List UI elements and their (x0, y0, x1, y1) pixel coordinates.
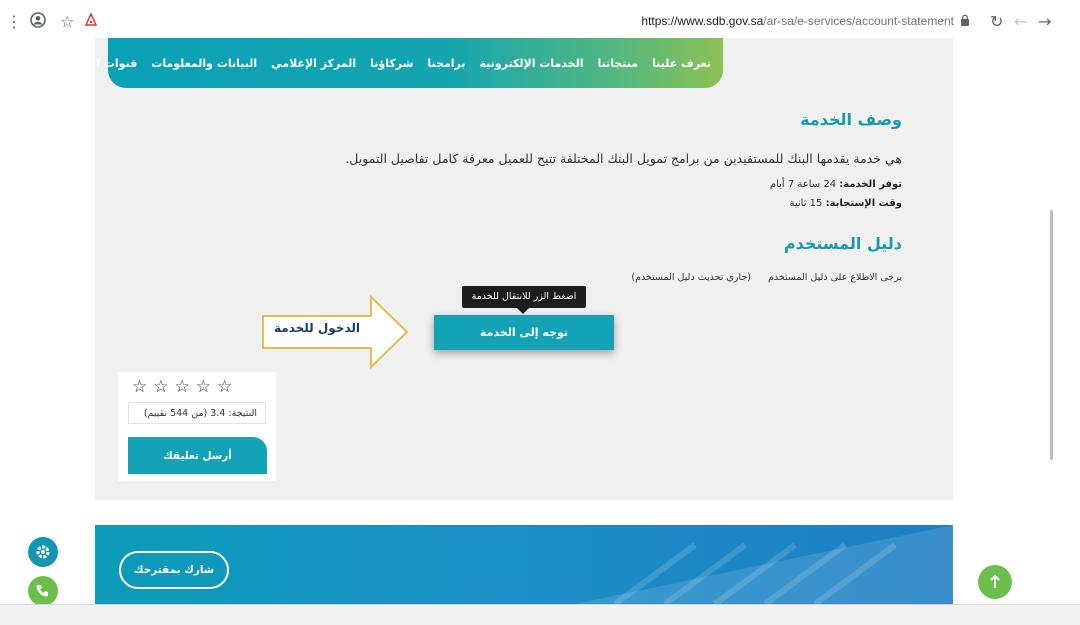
page-scrollbar[interactable] (1050, 210, 1053, 460)
availability-label: توفر الخدمة: (839, 179, 902, 190)
nav-item-contact[interactable]: قنوات الاتصال (59, 57, 137, 70)
lock-icon[interactable] (960, 14, 970, 29)
back-icon[interactable]: → (1038, 12, 1051, 32)
bottom-strip (0, 604, 1080, 625)
settings-float-button[interactable] (28, 537, 58, 567)
main-navigation: تعرف علينا منتجاتنا الخدمات الإلكترونية … (59, 38, 723, 88)
url-host: https://www.sdb.gov.sa (641, 14, 764, 28)
star-icon[interactable]: ☆ (217, 377, 232, 397)
address-bar[interactable]: https://www.sdb.gov.sa/ar-sa/e-services/… (641, 14, 954, 28)
user-guide-link[interactable]: (جاري تحديث دليل المستخدم) (631, 272, 751, 283)
annotation-arrow-label: الدخول للخدمة (273, 321, 360, 335)
nav-item-products[interactable]: منتجاتنا (597, 57, 638, 70)
banner-decoration-icon (575, 525, 953, 604)
forward-icon[interactable]: ← (1014, 12, 1027, 32)
rating-card: ☆ ☆ ☆ ☆ ☆ النتيجة: 3.4 (من 544 تقييم) أر… (118, 372, 276, 481)
menu-dots-icon[interactable]: ⋮ (6, 12, 22, 32)
share-suggestion-button[interactable]: شارك بمقترحك (119, 551, 229, 589)
service-description-title: وصف الخدمة (800, 110, 902, 129)
reload-icon[interactable]: ↻ (990, 12, 1003, 32)
service-response-time: وقت الإستجابة: 15 ثانية (790, 198, 903, 209)
star-icon[interactable]: ☆ (196, 377, 211, 397)
nav-item-partners[interactable]: شركاؤنا (370, 57, 413, 70)
go-to-service-button[interactable]: توجه إلى الخدمة (434, 315, 614, 350)
star-icon[interactable]: ☆ (175, 377, 190, 397)
nav-item-programs[interactable]: برامجنا (427, 57, 465, 70)
rating-stars: ☆ ☆ ☆ ☆ ☆ (132, 377, 232, 397)
user-guide-text: يرجى الاطلاع على دليل المستخدم (768, 272, 902, 283)
user-guide-title: دليل المستخدم (783, 234, 902, 253)
phone-float-button[interactable] (28, 576, 58, 606)
response-value: 15 ثانية (789, 198, 823, 209)
extension-icon[interactable] (84, 12, 98, 32)
page-content: تعرف علينا منتجاتنا الخدمات الإلكترونية … (0, 38, 1052, 606)
service-description-text: هي خدمة يقدمها البنك للمستفيدين من برامج… (345, 151, 902, 166)
send-feedback-button[interactable]: أرسل تعليقك (128, 437, 267, 474)
rating-score: النتيجة: 3.4 (من 544 تقييم) (128, 402, 266, 424)
nav-item-about[interactable]: تعرف علينا (652, 57, 711, 70)
suggestion-banner: شارك بمقترحك (95, 525, 953, 604)
bookmark-star-icon[interactable]: ☆ (60, 12, 74, 32)
nav-item-media-center[interactable]: المركز الإعلامي (271, 57, 356, 70)
arrow-up-icon (978, 565, 1012, 599)
phone-icon (28, 576, 58, 606)
availability-value: 24 ساعة 7 أيام (769, 179, 837, 190)
url-path: /ar-sa/e-services/account-statement (763, 14, 954, 28)
response-label: وقت الإستجابة: (825, 198, 902, 209)
gear-icon (28, 537, 58, 567)
user-guide-row: يرجى الاطلاع على دليل المستخدم (جاري تحد… (631, 272, 902, 283)
go-to-service-tooltip: اضغط الزر للانتقال للخدمة (462, 286, 586, 314)
star-icon[interactable]: ☆ (153, 377, 168, 397)
scroll-top-button[interactable] (978, 565, 1012, 599)
nav-item-data[interactable]: البيانات والمعلومات (151, 57, 257, 70)
star-icon[interactable]: ☆ (132, 377, 147, 397)
nav-item-e-services[interactable]: الخدمات الإلكترونية (480, 57, 584, 70)
service-availability: توفر الخدمة: 24 ساعة 7 أيام (770, 179, 902, 190)
account-icon[interactable] (30, 12, 46, 33)
